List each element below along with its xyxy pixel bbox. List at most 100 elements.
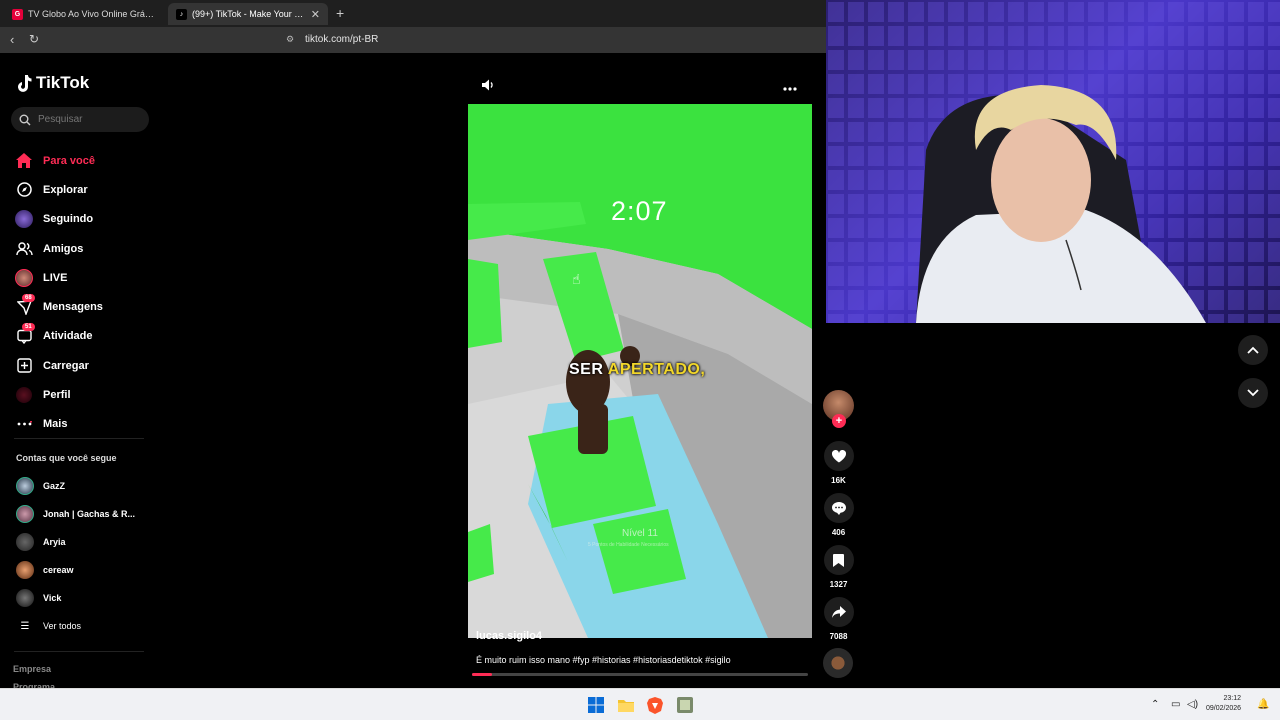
menu-item-explorar[interactable]: Explorar	[14, 175, 103, 204]
menu-label: Para você	[43, 154, 95, 167]
friends-icon	[14, 240, 34, 258]
bookmark-icon[interactable]	[823, 545, 854, 575]
following-item-aryia[interactable]: Aryia	[16, 528, 135, 556]
clock-time: 23:12	[1223, 695, 1242, 702]
menu-label: Amigos	[43, 242, 84, 255]
following-item-jonah[interactable]: Jonah | Gachas & R...	[16, 500, 135, 528]
menu-label: Carregar	[43, 359, 89, 372]
menu-item-live[interactable]: LIVE	[14, 263, 103, 292]
site-info-icon[interactable]: ⚙	[286, 34, 296, 44]
browser-tab-bar: G TV Globo Ao Vivo Online Grátis | Ass ♪…	[0, 0, 826, 27]
browser-tab-globo[interactable]: G TV Globo Ao Vivo Online Grátis | Ass	[4, 3, 164, 25]
game-level-text: Nível 11	[622, 528, 658, 539]
globo-favicon-icon: G	[12, 8, 23, 20]
following-name: GazZ	[43, 481, 66, 491]
share-count: 7088	[829, 632, 848, 641]
search-box[interactable]	[11, 107, 149, 132]
search-input[interactable]	[38, 114, 138, 125]
menu-label: Perfil	[43, 389, 71, 402]
next-video-button[interactable]	[1238, 378, 1268, 408]
activity-icon: 51	[14, 323, 35, 345]
menu-item-perfil[interactable]: Perfil	[14, 380, 103, 409]
brave-browser-icon[interactable]	[646, 696, 664, 714]
video-description[interactable]: É muito ruim isso mano #fyp #historias #…	[476, 655, 731, 665]
caption-white-word: SER	[569, 361, 604, 378]
comment-icon[interactable]	[823, 493, 854, 523]
following-item-gazz[interactable]: GazZ	[16, 472, 135, 500]
menu-item-atividade[interactable]: 51 Atividade	[14, 322, 103, 351]
following-item-vick[interactable]: Vick	[16, 584, 135, 612]
following-name: Jonah | Gachas & R...	[43, 509, 136, 519]
notification-bell-icon[interactable]: 🔔	[1257, 699, 1269, 710]
network-icon[interactable]: ▭	[1171, 699, 1180, 710]
music-disc-icon[interactable]	[823, 648, 853, 678]
url-text[interactable]: tiktok.com/pt-BR	[305, 34, 378, 45]
footer-link-empresa[interactable]: Empresa	[13, 664, 51, 674]
close-tab-icon[interactable]: ✕	[311, 8, 320, 21]
menu-item-para-voce[interactable]: Para você	[14, 146, 103, 175]
game-level-subtext: 5 Pontos de Habilidade Necessários	[588, 542, 669, 548]
tiktok-logo[interactable]: TikTok	[16, 73, 89, 93]
following-list: GazZ Jonah | Gachas & R... Aryia cereaw …	[16, 472, 135, 640]
video-progress-bar[interactable]	[472, 673, 808, 676]
file-explorer-icon[interactable]	[617, 696, 635, 714]
menu-item-mensagens[interactable]: 68 Mensagens	[14, 292, 103, 321]
windows-start-icon[interactable]	[587, 696, 605, 714]
avatar	[16, 589, 34, 607]
video-author[interactable]: lucas.sigilo4	[476, 630, 542, 642]
taskbar-clock[interactable]: 23:12 09/02/2026	[1206, 694, 1241, 714]
like-action[interactable]: 16K	[823, 441, 854, 485]
back-icon[interactable]: ‹	[10, 32, 14, 47]
menu-label: Mais	[43, 418, 68, 431]
menu-label: Explorar	[43, 183, 88, 196]
volume-tray-icon[interactable]: ◁)	[1187, 699, 1198, 710]
following-name: Aryia	[43, 537, 66, 547]
more-options-icon[interactable]	[783, 79, 797, 94]
messages-badge: 68	[22, 294, 35, 303]
tiktok-sidebar: TikTok Para você Explorar Seguindo	[0, 53, 160, 690]
tiktok-logo-icon	[18, 75, 32, 92]
save-action[interactable]: 1327	[823, 545, 854, 589]
home-icon	[14, 152, 34, 170]
compass-icon	[14, 181, 34, 199]
divider	[14, 651, 144, 652]
previous-video-button[interactable]	[1238, 335, 1268, 365]
messages-icon: 68	[14, 294, 35, 316]
menu-item-mais[interactable]: Mais	[14, 410, 103, 439]
browser-tab-tiktok[interactable]: ♪ (99+) TikTok - Make Your Day ✕	[168, 3, 328, 25]
logo-text: TikTok	[36, 73, 90, 92]
menu-label: LIVE	[43, 271, 68, 284]
following-item-cereaw[interactable]: cereaw	[16, 556, 135, 584]
comment-count: 406	[831, 528, 846, 537]
upload-icon	[14, 357, 34, 375]
reload-icon[interactable]: ↻	[29, 32, 39, 46]
see-all-link[interactable]: ☰ Ver todos	[16, 612, 135, 640]
share-action[interactable]: 7088	[823, 597, 854, 641]
app-icon[interactable]	[676, 696, 694, 714]
more-icon	[14, 415, 34, 433]
webcam-image	[826, 0, 1280, 323]
tiktok-favicon-icon: ♪	[176, 8, 187, 20]
following-section-title: Contas que você segue	[16, 453, 117, 463]
video-progress-fill	[472, 673, 493, 676]
volume-icon[interactable]	[482, 79, 495, 94]
tab-title: TV Globo Ao Vivo Online Grátis | Ass	[28, 9, 156, 19]
chevron-up-icon[interactable]: ⌃	[1151, 699, 1159, 710]
video-timer-overlay: 2:07	[611, 196, 668, 226]
clock-date: 09/02/2026	[1206, 705, 1242, 712]
menu-item-seguindo[interactable]: Seguindo	[14, 205, 103, 234]
comment-action[interactable]: 406	[823, 493, 854, 537]
heart-icon[interactable]	[823, 441, 854, 471]
share-icon[interactable]	[823, 597, 854, 627]
new-tab-button[interactable]: +	[336, 5, 344, 21]
menu-label: Atividade	[43, 330, 93, 343]
menu-item-carregar[interactable]: Carregar	[14, 351, 103, 380]
menu-label: Mensagens	[43, 301, 103, 314]
windows-taskbar: ⌃ ▭ ◁) 23:12 09/02/2026 🔔	[0, 688, 1280, 720]
avatar	[16, 561, 34, 579]
follow-plus-icon[interactable]: +	[832, 414, 846, 428]
screen: { "browser": { "tabs": [ {"title": "TV G…	[0, 0, 1280, 720]
like-count: 16K	[831, 476, 846, 485]
following-avatar-icon	[14, 210, 34, 229]
menu-item-amigos[interactable]: Amigos	[14, 234, 103, 263]
